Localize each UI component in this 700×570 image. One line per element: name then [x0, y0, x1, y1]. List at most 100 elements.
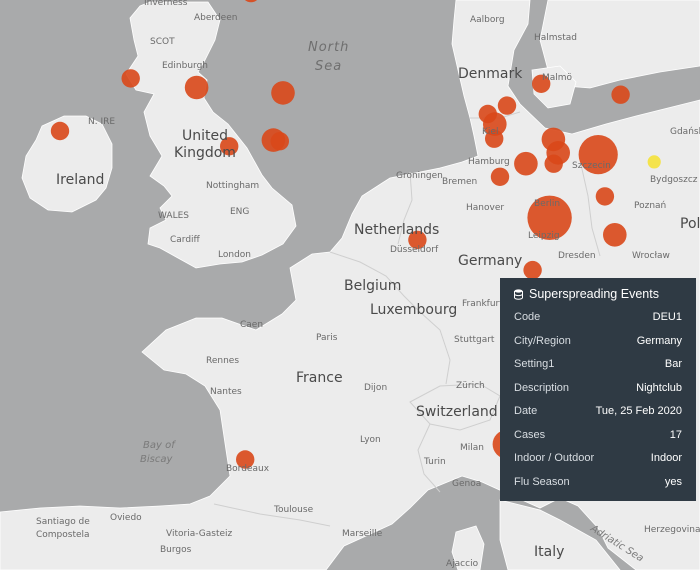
label-city-poznan: Poznań — [634, 201, 666, 211]
event-marker[interactable] — [121, 69, 140, 88]
label-country-netherlands: Netherlands — [354, 222, 439, 238]
tooltip-row: Setting1 Bar — [514, 353, 682, 377]
tooltip-key: Date — [514, 405, 538, 417]
event-marker[interactable] — [523, 260, 542, 280]
tooltip-value: 17 — [669, 428, 682, 441]
label-sea-biscay-2: Biscay — [140, 454, 173, 465]
label-city-berlin: Berlin — [534, 199, 560, 209]
tooltip-key: Code — [514, 311, 541, 323]
tooltip-value: yes — [664, 475, 682, 488]
label-country-ireland: Ireland — [56, 172, 104, 188]
tooltip-header: Superspreading Events — [514, 284, 682, 304]
label-city-marseille: Marseille — [342, 529, 383, 539]
label-city-groningen: Groningen — [396, 171, 443, 181]
label-city-milan: Milan — [460, 443, 484, 453]
label-city-hanover: Hanover — [466, 203, 504, 213]
tooltip-title: Superspreading Events — [529, 287, 659, 301]
label-city-bordeaux: Bordeaux — [226, 464, 270, 474]
tooltip-value: Indoor — [650, 452, 682, 464]
label-city-halmstad: Halmstad — [534, 33, 577, 43]
label-city-stuttgart: Stuttgart — [454, 335, 495, 345]
label-city-dijon: Dijon — [364, 383, 387, 393]
tooltip-key: Indoor / Outdoor — [514, 452, 595, 464]
tooltip-key: Flu Season — [514, 475, 570, 488]
label-city-wroclaw: Wrocław — [632, 251, 670, 261]
label-country-uk-1: United — [182, 128, 228, 144]
event-marker[interactable] — [184, 75, 209, 100]
event-tooltip: Superspreading Events Code DEU1 City/Regio… — [500, 278, 696, 501]
label-city-gdansk: Gdańsk — [670, 127, 700, 137]
tooltip-value: Tue, 25 Feb 2020 — [595, 405, 682, 417]
label-city-dresden: Dresden — [558, 251, 596, 261]
label-city-dusseldorf: Düsseldorf — [390, 245, 439, 255]
label-city-lyon: Lyon — [360, 435, 381, 445]
label-country-italy: Italy — [534, 544, 564, 560]
tooltip-key: Cases — [514, 428, 546, 441]
label-country-herzegovina: Herzegovina — [644, 525, 700, 535]
tooltip-row: Cases 17 — [514, 424, 682, 448]
tooltip-row: Indoor / Outdoor Indoor — [514, 447, 682, 471]
label-country-denmark: Denmark — [458, 66, 523, 82]
tooltip-key: City/Region — [514, 334, 571, 347]
event-marker[interactable] — [541, 127, 566, 152]
tooltip-value: Nightclub — [636, 381, 682, 394]
label-city-scot: SCOT — [150, 37, 175, 47]
label-city-rennes: Rennes — [206, 356, 239, 366]
label-city-aberdeen: Aberdeen — [194, 13, 237, 23]
tooltip-value: DEU1 — [652, 311, 682, 323]
label-country-belgium: Belgium — [344, 278, 401, 294]
event-marker[interactable] — [490, 167, 510, 186]
event-marker[interactable] — [497, 96, 517, 115]
event-marker[interactable] — [595, 187, 615, 206]
label-city-wales: WALES — [158, 211, 189, 221]
label-city-leipzig: Leipzig — [528, 231, 560, 241]
label-country-germany: Germany — [458, 253, 522, 269]
label-city-nantes: Nantes — [210, 387, 242, 397]
label-city-frankfurt: Frankfurt — [462, 299, 503, 309]
label-country-luxembourg: Luxembourg — [370, 302, 457, 318]
label-sea-biscay-1: Bay of — [143, 440, 176, 451]
tooltip-row: Date Tue, 25 Feb 2020 — [514, 400, 682, 424]
label-country-france: France — [296, 370, 343, 386]
label-city-toulouse: Toulouse — [273, 505, 314, 515]
label-sea-north-1: North — [308, 40, 349, 55]
label-city-burgos: Burgos — [160, 545, 192, 555]
label-city-santiago-2: Compostela — [36, 530, 90, 540]
label-city-szczecin: Szczecin — [572, 161, 611, 171]
database-icon — [514, 288, 523, 300]
tooltip-row: Description Nightclub — [514, 377, 682, 401]
label-city-caen: Caen — [240, 320, 263, 330]
label-sea-north-2: Sea — [315, 59, 342, 74]
label-city-ajaccio: Ajaccio — [446, 559, 479, 569]
label-city-cardiff: Cardiff — [170, 235, 201, 245]
label-city-paris: Paris — [316, 333, 338, 343]
label-city-oviedo: Oviedo — [110, 513, 142, 523]
label-city-bydgoszcz: Bydgoszcz — [650, 175, 698, 185]
tooltip-value: Germany — [636, 334, 682, 347]
event-marker[interactable] — [603, 223, 627, 247]
label-city-turin: Turin — [423, 457, 446, 467]
event-marker[interactable] — [270, 132, 289, 151]
label-city-nottingham: Nottingham — [206, 181, 259, 191]
tooltip-rows: Code DEU1 City/Region Germany Setting1 Bar Des… — [514, 306, 682, 494]
label-country-uk-2: Kingdom — [174, 145, 236, 161]
event-marker[interactable] — [611, 85, 630, 104]
label-city-london: London — [218, 250, 251, 260]
tooltip-row: Flu Season yes — [514, 471, 682, 495]
label-city-eng: ENG — [230, 207, 249, 217]
tooltip-value: Bar — [664, 358, 682, 370]
label-city-zurich: Zürich — [456, 381, 485, 391]
label-city-aalborg: Aalborg — [470, 15, 505, 25]
event-marker-selected[interactable] — [647, 155, 661, 169]
event-marker[interactable] — [271, 81, 295, 105]
label-city-edinburgh: Edinburgh — [162, 61, 208, 71]
tooltip-key: Setting1 — [514, 358, 555, 370]
label-city-inverness: Inverness — [144, 0, 188, 8]
label-city-santiago-1: Santiago de — [36, 517, 90, 527]
event-marker[interactable] — [514, 151, 538, 176]
tooltip-row: City/Region Germany — [514, 330, 682, 354]
label-city-nire: N. IRE — [88, 117, 115, 127]
label-country-switzerland: Switzerland — [416, 404, 498, 420]
label-city-bremen: Bremen — [442, 177, 477, 187]
event-marker[interactable] — [50, 121, 70, 141]
